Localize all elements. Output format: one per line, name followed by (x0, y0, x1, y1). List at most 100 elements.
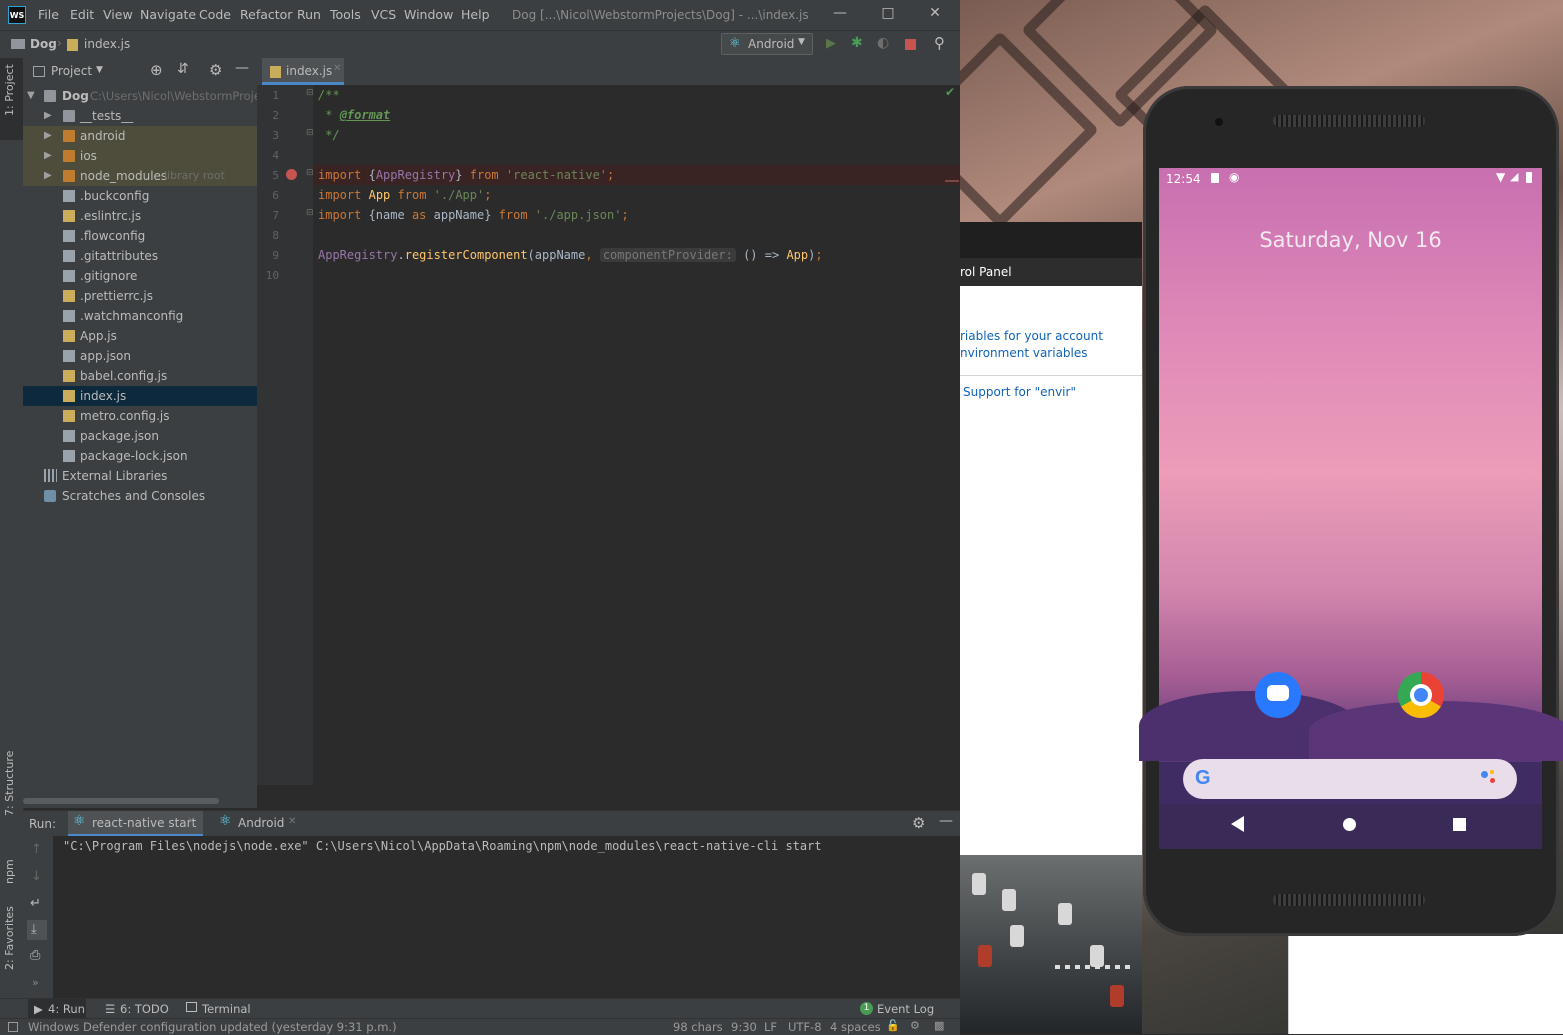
status-caret-position[interactable]: 9:30 (731, 1020, 757, 1034)
run-icon[interactable]: ▶ (826, 36, 836, 51)
project-tool-tab[interactable]: 1: Project (3, 64, 16, 116)
env-vars-account-link[interactable]: riables for your account (960, 329, 1103, 343)
run-tab-react-native-start[interactable]: ⚛ react-native start ✕ (68, 811, 203, 837)
tree-item[interactable]: App.js (23, 326, 257, 346)
support-link[interactable]: Support for "envir" (963, 385, 1076, 399)
minimize-icon[interactable]: — (830, 5, 850, 21)
menu-code[interactable]: Code (199, 7, 231, 22)
tree-item[interactable]: .gitignore (23, 266, 257, 286)
breadcrumb-file[interactable]: index.js (84, 37, 130, 51)
tree-item[interactable]: index.js (23, 386, 257, 406)
tree-item[interactable]: ▶ __tests__ (23, 106, 257, 126)
stop-icon[interactable] (905, 39, 916, 50)
code-editor[interactable]: ✔ /** * @format */ import {AppRegistry} … (313, 85, 960, 785)
tree-item[interactable]: package.json (23, 426, 257, 446)
menu-navigate[interactable]: Navigate (140, 7, 196, 22)
lock-icon[interactable]: 🔓 (886, 1019, 900, 1032)
menu-run[interactable]: Run (297, 7, 321, 22)
hide-panel-icon[interactable]: — (235, 60, 249, 76)
expand-arrow-icon[interactable]: ▶ (44, 146, 52, 166)
close-tab-icon[interactable]: ✕ (333, 63, 341, 74)
locate-icon[interactable]: ⊕ (150, 61, 163, 79)
tree-external-libraries[interactable]: External Libraries (23, 466, 257, 486)
expand-arrow-icon[interactable]: ▶ (44, 106, 52, 126)
tree-item[interactable]: ▶ ios (23, 146, 257, 166)
inspection-ok-icon[interactable]: ✔ (945, 85, 955, 99)
gear-icon[interactable]: ⚙ (209, 61, 222, 79)
toggle-tool-windows-icon[interactable] (8, 1022, 18, 1032)
event-log-tool-tab[interactable]: Event Log (877, 1002, 934, 1016)
assistant-icon[interactable] (1481, 771, 1488, 778)
arrow-down-icon[interactable]: ↓ (31, 869, 42, 884)
menu-refactor[interactable]: Refactor (240, 7, 292, 22)
debug-icon[interactable]: ✱ (851, 35, 863, 51)
project-view-select[interactable]: Project (51, 64, 92, 78)
chrome-app-icon[interactable] (1398, 672, 1444, 718)
close-tab-icon[interactable]: ✕ (187, 816, 195, 827)
coverage-icon[interactable]: ◐ (877, 35, 889, 51)
lockscreen-date[interactable]: Saturday, Nov 16 (1159, 228, 1542, 252)
run-tool-tab[interactable]: 4: Run (48, 1002, 85, 1016)
terminal-tool-tab[interactable]: Terminal (202, 1002, 251, 1016)
status-indent[interactable]: 4 spaces (830, 1020, 881, 1034)
expand-arrow-icon[interactable]: ▶ (44, 126, 52, 146)
structure-tool-tab[interactable]: 7: Structure (3, 751, 16, 816)
menu-tools[interactable]: Tools (330, 7, 361, 22)
tree-item[interactable]: .prettierrc.js (23, 286, 257, 306)
tree-scratches[interactable]: Scratches and Consoles (23, 486, 257, 506)
tree-item[interactable]: package-lock.json (23, 446, 257, 466)
hide-panel-icon[interactable]: — (939, 813, 953, 829)
gear-icon[interactable]: ⚙ (912, 814, 925, 832)
tree-item[interactable]: ▶ android (23, 126, 257, 146)
soft-wrap-icon[interactable]: ↵ (30, 896, 41, 911)
breadcrumb-project[interactable]: Dog (30, 37, 57, 51)
maximize-icon[interactable]: □ (878, 5, 898, 21)
run-config-select[interactable]: ⚛ Android ▼ (721, 33, 813, 55)
menu-view[interactable]: View (103, 7, 133, 22)
memory-icon[interactable]: ▩ (934, 1019, 944, 1032)
menu-vcs[interactable]: VCS (371, 7, 396, 22)
menu-window[interactable]: Window (404, 7, 453, 22)
horizontal-scrollbar[interactable] (23, 798, 219, 804)
tree-item[interactable]: ▶ node_modules library root (23, 166, 257, 186)
google-search-bar[interactable]: G (1183, 759, 1517, 799)
tree-root[interactable]: ▼ Dog C:\Users\Nicol\WebstormProje (23, 86, 261, 106)
git-icon[interactable]: ⚙ (910, 1019, 920, 1032)
tree-item[interactable]: .flowconfig (23, 226, 257, 246)
status-message[interactable]: Windows Defender configuration updated (… (28, 1020, 397, 1034)
tree-item[interactable]: .watchmanconfig (23, 306, 257, 326)
android-emulator[interactable]: 12:54 ◉ ▼ ◢ Saturday, Nov 16 G (1139, 86, 1563, 936)
scroll-to-end-icon[interactable]: ⤓ (31, 922, 37, 937)
search-icon[interactable]: ⚲ (934, 34, 945, 52)
more-icon[interactable]: » (32, 976, 39, 989)
collapse-all-icon[interactable]: ⇵ (177, 61, 189, 77)
tree-item[interactable]: babel.config.js (23, 366, 257, 386)
back-icon[interactable] (1231, 816, 1244, 832)
expand-arrow-icon[interactable]: ▼ (27, 86, 35, 106)
menu-file[interactable]: File (38, 7, 59, 22)
todo-tool-tab[interactable]: 6: TODO (120, 1002, 169, 1016)
tab-index-js[interactable]: index.js ✕ (262, 58, 344, 85)
tree-item[interactable]: .gitattributes (23, 246, 257, 266)
control-panel-window[interactable]: rol Panel riables for your account nviro… (960, 222, 1142, 855)
messages-app-icon[interactable] (1255, 672, 1301, 718)
expand-arrow-icon[interactable]: ▶ (44, 166, 52, 186)
tree-item[interactable]: .eslintrc.js (23, 206, 257, 226)
chevron-down-icon[interactable]: ▼ (96, 65, 103, 75)
home-icon[interactable] (1343, 818, 1356, 831)
run-tab-android[interactable]: ⚛ Android ✕ (216, 811, 302, 837)
env-vars-link[interactable]: nvironment variables (960, 346, 1088, 360)
status-line-separator[interactable]: LF (764, 1020, 777, 1034)
tree-item[interactable]: metro.config.js (23, 406, 257, 426)
close-tab-icon[interactable]: ✕ (288, 816, 296, 827)
overview-icon[interactable] (1453, 818, 1466, 831)
close-icon[interactable]: ✕ (925, 5, 945, 21)
status-encoding[interactable]: UTF-8 (788, 1020, 822, 1034)
tree-item[interactable]: .buckconfig (23, 186, 257, 206)
favorites-tool-tab[interactable]: 2: Favorites (3, 906, 16, 970)
menu-help[interactable]: Help (461, 7, 490, 22)
run-console[interactable]: "C:\Program Files\nodejs\node.exe" C:\Us… (53, 836, 960, 998)
breakpoint-icon[interactable] (286, 169, 297, 180)
menu-edit[interactable]: Edit (70, 7, 94, 22)
npm-tool-tab[interactable]: npm (3, 859, 16, 884)
